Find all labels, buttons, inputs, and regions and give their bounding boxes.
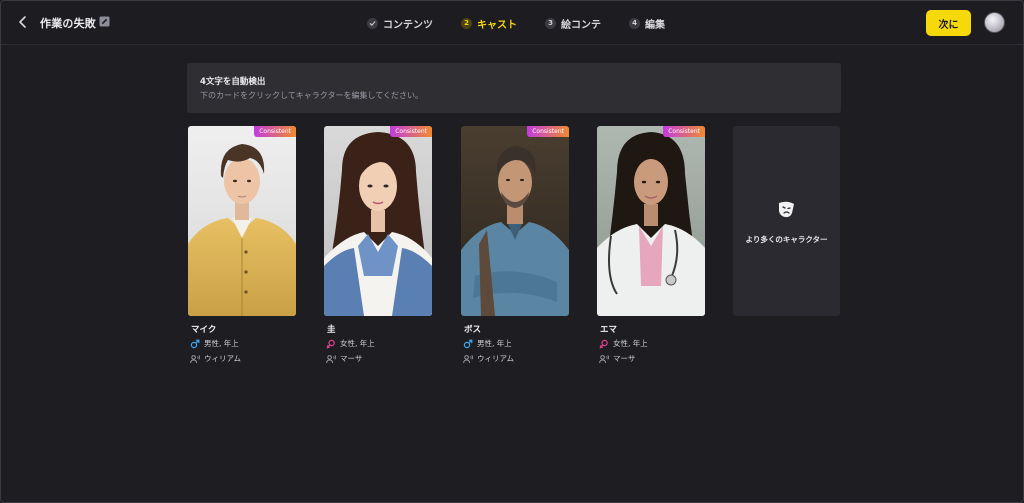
step-contents[interactable]: コンテンツ	[367, 15, 433, 31]
character-photo[interactable]: Consistent	[461, 126, 569, 316]
character-voice: マーサ	[326, 353, 362, 364]
top-bar: 作業の失敗 コンテンツ 2 キャスト 3 絵コンテ 4 編集 次に	[1, 1, 1023, 45]
consistent-badge: Consistent	[663, 126, 705, 137]
voice-text: ウィリアム	[477, 354, 514, 363]
female-icon	[326, 339, 335, 348]
step-storyboard[interactable]: 3 絵コンテ	[545, 15, 601, 31]
step-label: 編集	[645, 19, 665, 31]
character-photo[interactable]: Consistent	[188, 126, 296, 316]
character-attributes: 女性, 年上	[326, 338, 375, 349]
step-label: コンテンツ	[383, 19, 433, 31]
project-title: 作業の失敗	[40, 17, 96, 30]
portrait-image	[324, 126, 432, 316]
character-voice: ウィリアム	[190, 353, 241, 364]
step-cast[interactable]: 2 キャスト	[461, 15, 517, 31]
step-label: キャスト	[477, 19, 517, 31]
attributes-text: 女性, 年上	[340, 339, 375, 348]
female-icon	[599, 339, 608, 348]
voice-icon	[463, 354, 473, 363]
banner-description: 下のカードをクリックしてキャラクターを編集してください。	[200, 91, 423, 100]
banner-title: 4文字を自動検出	[200, 77, 266, 87]
edit-icon[interactable]	[99, 16, 110, 27]
character-name: エマ	[600, 325, 618, 335]
character-name: ボス	[464, 325, 482, 335]
avatar[interactable]	[984, 12, 1005, 33]
step-edit[interactable]: 4 編集	[629, 15, 665, 31]
app-window: 作業の失敗 コンテンツ 2 キャスト 3 絵コンテ 4 編集 次に 4文字を自動…	[0, 0, 1024, 503]
chevron-left-icon[interactable]	[15, 14, 31, 30]
consistent-badge: Consistent	[527, 126, 569, 137]
character-voice: ウィリアム	[463, 353, 514, 364]
character-attributes: 男性, 年上	[463, 338, 512, 349]
character-photo[interactable]: Consistent	[324, 126, 432, 316]
character-attributes: 女性, 年上	[599, 338, 648, 349]
character-name: マイク	[191, 325, 217, 335]
character-attributes: 男性, 年上	[190, 338, 239, 349]
voice-text: マーサ	[613, 354, 636, 363]
consistent-badge: Consistent	[254, 126, 296, 137]
portrait-image	[188, 126, 296, 316]
info-banner: 4文字を自動検出 下のカードをクリックしてキャラクターを編集してください。	[187, 63, 841, 113]
portrait-image	[461, 126, 569, 316]
theater-masks-icon	[779, 201, 794, 218]
more-characters-label: より多くのキャラクター	[745, 235, 828, 244]
voice-text: ウィリアム	[204, 354, 241, 363]
attributes-text: 女性, 年上	[613, 339, 648, 348]
male-icon	[190, 339, 200, 348]
voice-icon	[326, 354, 336, 363]
attributes-text: 男性, 年上	[204, 339, 239, 348]
voice-icon	[190, 354, 200, 363]
character-voice: マーサ	[599, 353, 635, 364]
male-icon	[463, 339, 473, 348]
character-photo[interactable]: Consistent	[597, 126, 705, 316]
step-number: 4	[629, 17, 640, 29]
check-icon	[367, 17, 378, 29]
character-name: 圭	[327, 325, 336, 335]
more-characters-card[interactable]: より多くのキャラクター	[733, 126, 840, 316]
voice-icon	[599, 354, 609, 363]
consistent-badge: Consistent	[390, 126, 432, 137]
attributes-text: 男性, 年上	[477, 339, 512, 348]
next-button[interactable]: 次に	[926, 10, 971, 36]
step-label: 絵コンテ	[561, 19, 601, 31]
step-number: 3	[545, 17, 556, 29]
voice-text: マーサ	[340, 354, 363, 363]
portrait-image	[597, 126, 705, 316]
step-number: 2	[461, 17, 472, 29]
